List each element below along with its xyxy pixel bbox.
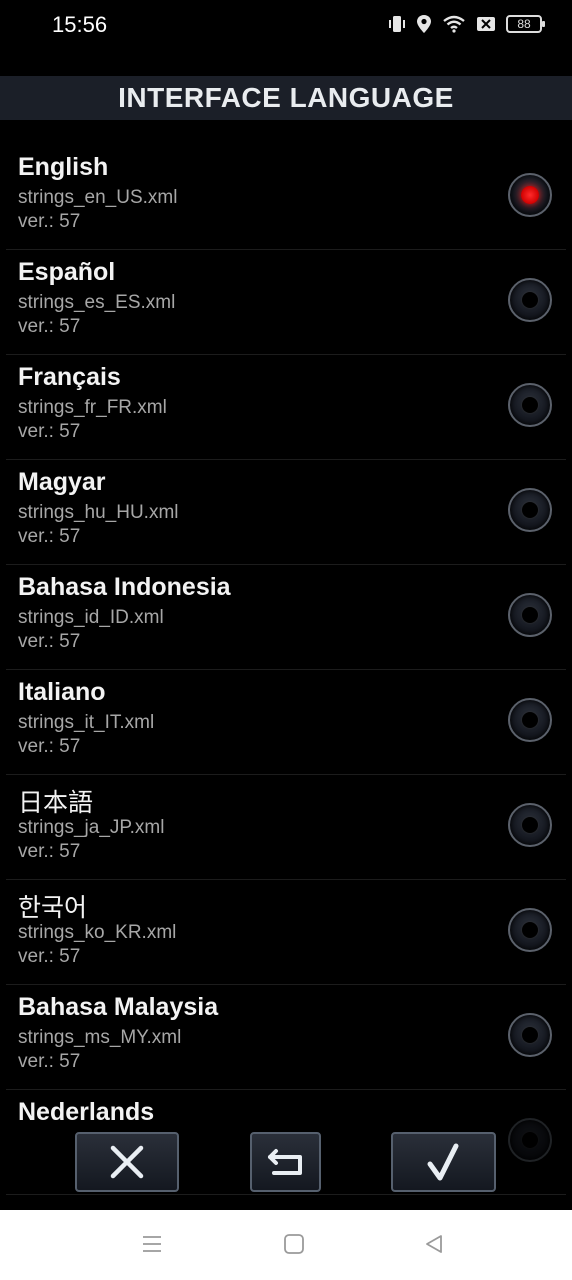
language-version: ver.: 57 (18, 631, 81, 652)
location-icon (417, 15, 431, 33)
language-name: Nederlands (18, 1098, 155, 1126)
language-file: strings_fr_FR.xml (18, 397, 167, 418)
cancel-button[interactable] (75, 1132, 179, 1192)
language-name: English (18, 153, 109, 181)
radio-button[interactable] (508, 1013, 552, 1057)
language-version: ver.: 57 (18, 736, 81, 757)
status-bar: 15:56 88 (0, 0, 572, 52)
language-version: ver.: 57 (18, 211, 81, 232)
list-item[interactable]: Bahasa Malaysia strings_ms_MY.xml ver.: … (6, 985, 566, 1090)
radio-button[interactable] (508, 173, 552, 217)
language-file: strings_en_US.xml (18, 187, 178, 208)
language-name: 한국어 (18, 894, 88, 922)
list-item[interactable]: Bahasa Indonesia strings_id_ID.xml ver.:… (6, 565, 566, 670)
undo-button[interactable] (250, 1132, 321, 1192)
list-item[interactable]: Español strings_es_ES.xml ver.: 57 (6, 250, 566, 355)
language-name: Bahasa Malaysia (18, 993, 219, 1021)
language-name: Bahasa Indonesia (18, 573, 231, 601)
page-header: INTERFACE LANGUAGE (0, 76, 572, 120)
language-name: 日本語 (18, 789, 94, 817)
language-file: strings_it_IT.xml (18, 712, 155, 733)
radio-button[interactable] (508, 593, 552, 637)
list-item[interactable]: 한국어 strings_ko_KR.xml ver.: 57 (6, 880, 566, 985)
status-icons: 88 (388, 14, 545, 34)
radio-dot (522, 1132, 538, 1148)
list-item[interactable]: English strings_en_US.xml ver.: 57 (6, 145, 566, 250)
radio-dot (522, 607, 538, 623)
language-list: English strings_en_US.xml ver.: 57 Españ… (6, 145, 566, 1195)
vibrate-icon (389, 16, 405, 32)
language-file: strings_ko_KR.xml (18, 922, 177, 943)
wifi-icon (443, 15, 465, 33)
page-title: INTERFACE LANGUAGE (118, 82, 454, 113)
language-version: ver.: 57 (18, 316, 81, 337)
language-file: strings_hu_HU.xml (18, 502, 179, 523)
language-version: ver.: 57 (18, 841, 81, 862)
home-icon[interactable] (283, 1233, 305, 1255)
menu-icon[interactable] (141, 1233, 163, 1255)
radio-dot (521, 186, 539, 204)
radio-dot (522, 712, 538, 728)
radio-button[interactable] (508, 488, 552, 532)
list-item[interactable]: 日本語 strings_ja_JP.xml ver.: 57 (6, 775, 566, 880)
back-icon[interactable] (423, 1233, 445, 1255)
list-item[interactable]: Français strings_fr_FR.xml ver.: 57 (6, 355, 566, 460)
radio-dot (522, 922, 538, 938)
close-icon (110, 1145, 144, 1179)
language-version: ver.: 57 (18, 421, 81, 442)
language-name: Italiano (18, 678, 106, 706)
confirm-button[interactable] (391, 1132, 496, 1192)
list-item[interactable]: Magyar strings_hu_HU.xml ver.: 57 (6, 460, 566, 565)
system-nav-bar (0, 1210, 572, 1280)
status-time: 15:56 (52, 12, 108, 37)
language-file: strings_id_ID.xml (18, 607, 164, 628)
radio-dot (522, 817, 538, 833)
radio-button[interactable] (508, 1118, 552, 1162)
list-item[interactable]: Italiano strings_it_IT.xml ver.: 57 (6, 670, 566, 775)
language-version: ver.: 57 (18, 1051, 81, 1072)
language-version: ver.: 57 (18, 526, 81, 547)
language-file: strings_ja_JP.xml (18, 817, 165, 838)
radio-dot (522, 397, 538, 413)
language-file: strings_es_ES.xml (18, 292, 176, 313)
radio-button[interactable] (508, 698, 552, 742)
language-name: Français (18, 363, 121, 391)
radio-button[interactable] (508, 803, 552, 847)
radio-button[interactable] (508, 908, 552, 952)
language-name: Magyar (18, 468, 106, 496)
radio-dot (522, 502, 538, 518)
radio-dot (522, 1027, 538, 1043)
check-icon (427, 1143, 458, 1181)
radio-button[interactable] (508, 383, 552, 427)
undo-icon (267, 1149, 302, 1175)
sim-off-icon (477, 17, 495, 31)
language-version: ver.: 57 (18, 946, 81, 967)
language-file: strings_ms_MY.xml (18, 1027, 182, 1048)
radio-button[interactable] (508, 278, 552, 322)
battery-icon: 88 (506, 15, 545, 33)
radio-dot (522, 292, 538, 308)
language-name: Español (18, 258, 116, 286)
